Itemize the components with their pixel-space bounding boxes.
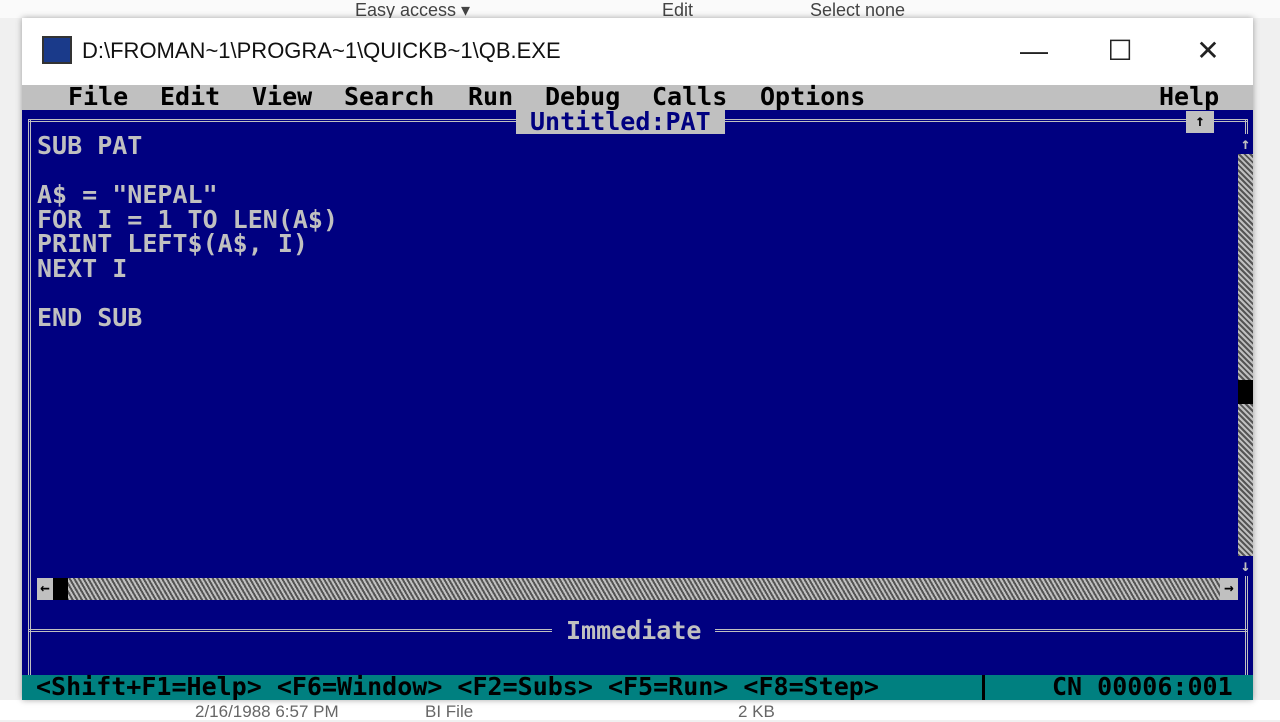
file-size: 2 KB bbox=[738, 702, 775, 721]
vertical-scrollbar[interactable] bbox=[1238, 134, 1253, 576]
qbasic-screen: File Edit View Search Run Debug Calls Op… bbox=[22, 84, 1253, 701]
file-date: 2/16/1988 6:57 PM bbox=[195, 702, 339, 721]
minimize-button[interactable]: — bbox=[1014, 32, 1054, 70]
immediate-window[interactable] bbox=[32, 635, 1244, 673]
scroll-left-icon[interactable]: ← bbox=[37, 578, 53, 600]
menu-run[interactable]: Run bbox=[468, 84, 513, 110]
close-button[interactable]: ✕ bbox=[1188, 32, 1228, 70]
explorer-file-row-background: 2/16/1988 6:57 PM BI File 2 KB bbox=[0, 700, 1280, 721]
easy-access-button: Easy access ▾ bbox=[355, 0, 471, 18]
menu-edit[interactable]: Edit bbox=[160, 84, 220, 110]
edit-button: Edit bbox=[662, 0, 694, 18]
maximize-button[interactable]: ☐ bbox=[1100, 32, 1140, 70]
title-bar[interactable]: D:\FROMAN~1\PROGRA~1\QUICKB~1\QB.EXE — ☐… bbox=[22, 18, 1253, 85]
code-editor[interactable]: SUB PAT A$ = "NEPAL" FOR I = 1 TO LEN(A$… bbox=[37, 133, 338, 330]
vertical-scroll-thumb[interactable] bbox=[1238, 380, 1253, 404]
horizontal-scrollbar[interactable] bbox=[37, 578, 1238, 600]
file-type: BI File bbox=[425, 702, 474, 721]
window-title: D:\FROMAN~1\PROGRA~1\QUICKB~1\QB.EXE bbox=[82, 38, 561, 63]
status-divider bbox=[982, 675, 985, 700]
app-icon bbox=[42, 36, 72, 64]
menu-help[interactable]: Help bbox=[1159, 84, 1219, 110]
menu-file[interactable]: File bbox=[68, 84, 128, 110]
menu-view[interactable]: View bbox=[252, 84, 312, 110]
left-border bbox=[28, 119, 31, 675]
menu-options[interactable]: Options bbox=[760, 84, 865, 110]
cursor-position: CN 00006:001 bbox=[1052, 672, 1233, 701]
menu-debug[interactable]: Debug bbox=[545, 84, 620, 110]
menu-calls[interactable]: Calls bbox=[652, 84, 727, 110]
menu-search[interactable]: Search bbox=[344, 84, 434, 110]
explorer-ribbon-background: Easy access ▾ Edit Select none bbox=[0, 0, 1280, 18]
scroll-right-icon[interactable]: → bbox=[1220, 578, 1238, 600]
qb-window: D:\FROMAN~1\PROGRA~1\QUICKB~1\QB.EXE — ☐… bbox=[22, 18, 1253, 700]
horizontal-scroll-thumb[interactable] bbox=[53, 578, 68, 600]
status-bar: <Shift+F1=Help> <F6=Window> <F2=Subs> <F… bbox=[22, 672, 1253, 701]
shortcut-hints: <Shift+F1=Help> <F6=Window> <F2=Subs> <F… bbox=[36, 672, 879, 701]
editor-title: Untitled:PAT bbox=[516, 109, 725, 134]
select-none-button: Select none bbox=[810, 0, 906, 18]
maximize-pane-icon[interactable]: ↑ bbox=[1186, 111, 1214, 133]
scroll-up-icon[interactable]: ↑ bbox=[1238, 134, 1253, 154]
scroll-down-icon[interactable]: ↓ bbox=[1238, 556, 1253, 576]
